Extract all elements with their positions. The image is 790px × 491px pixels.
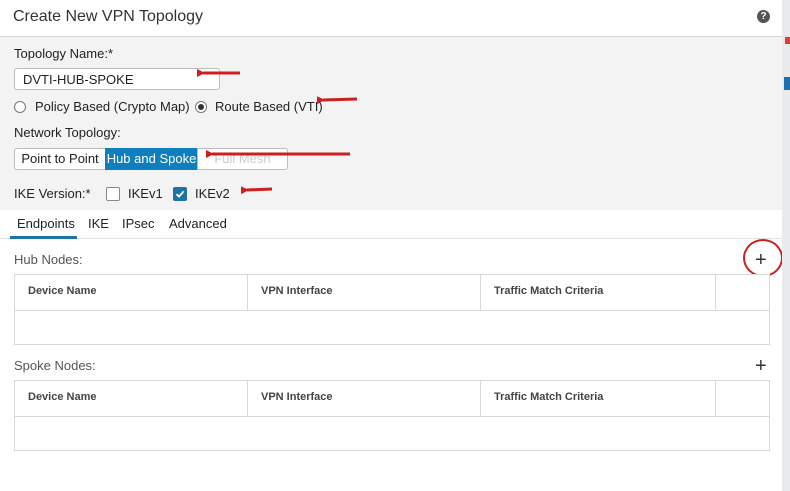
red-arrow [316, 96, 358, 105]
red-arrow [240, 186, 273, 195]
annotation-arrows [197, 69, 358, 195]
